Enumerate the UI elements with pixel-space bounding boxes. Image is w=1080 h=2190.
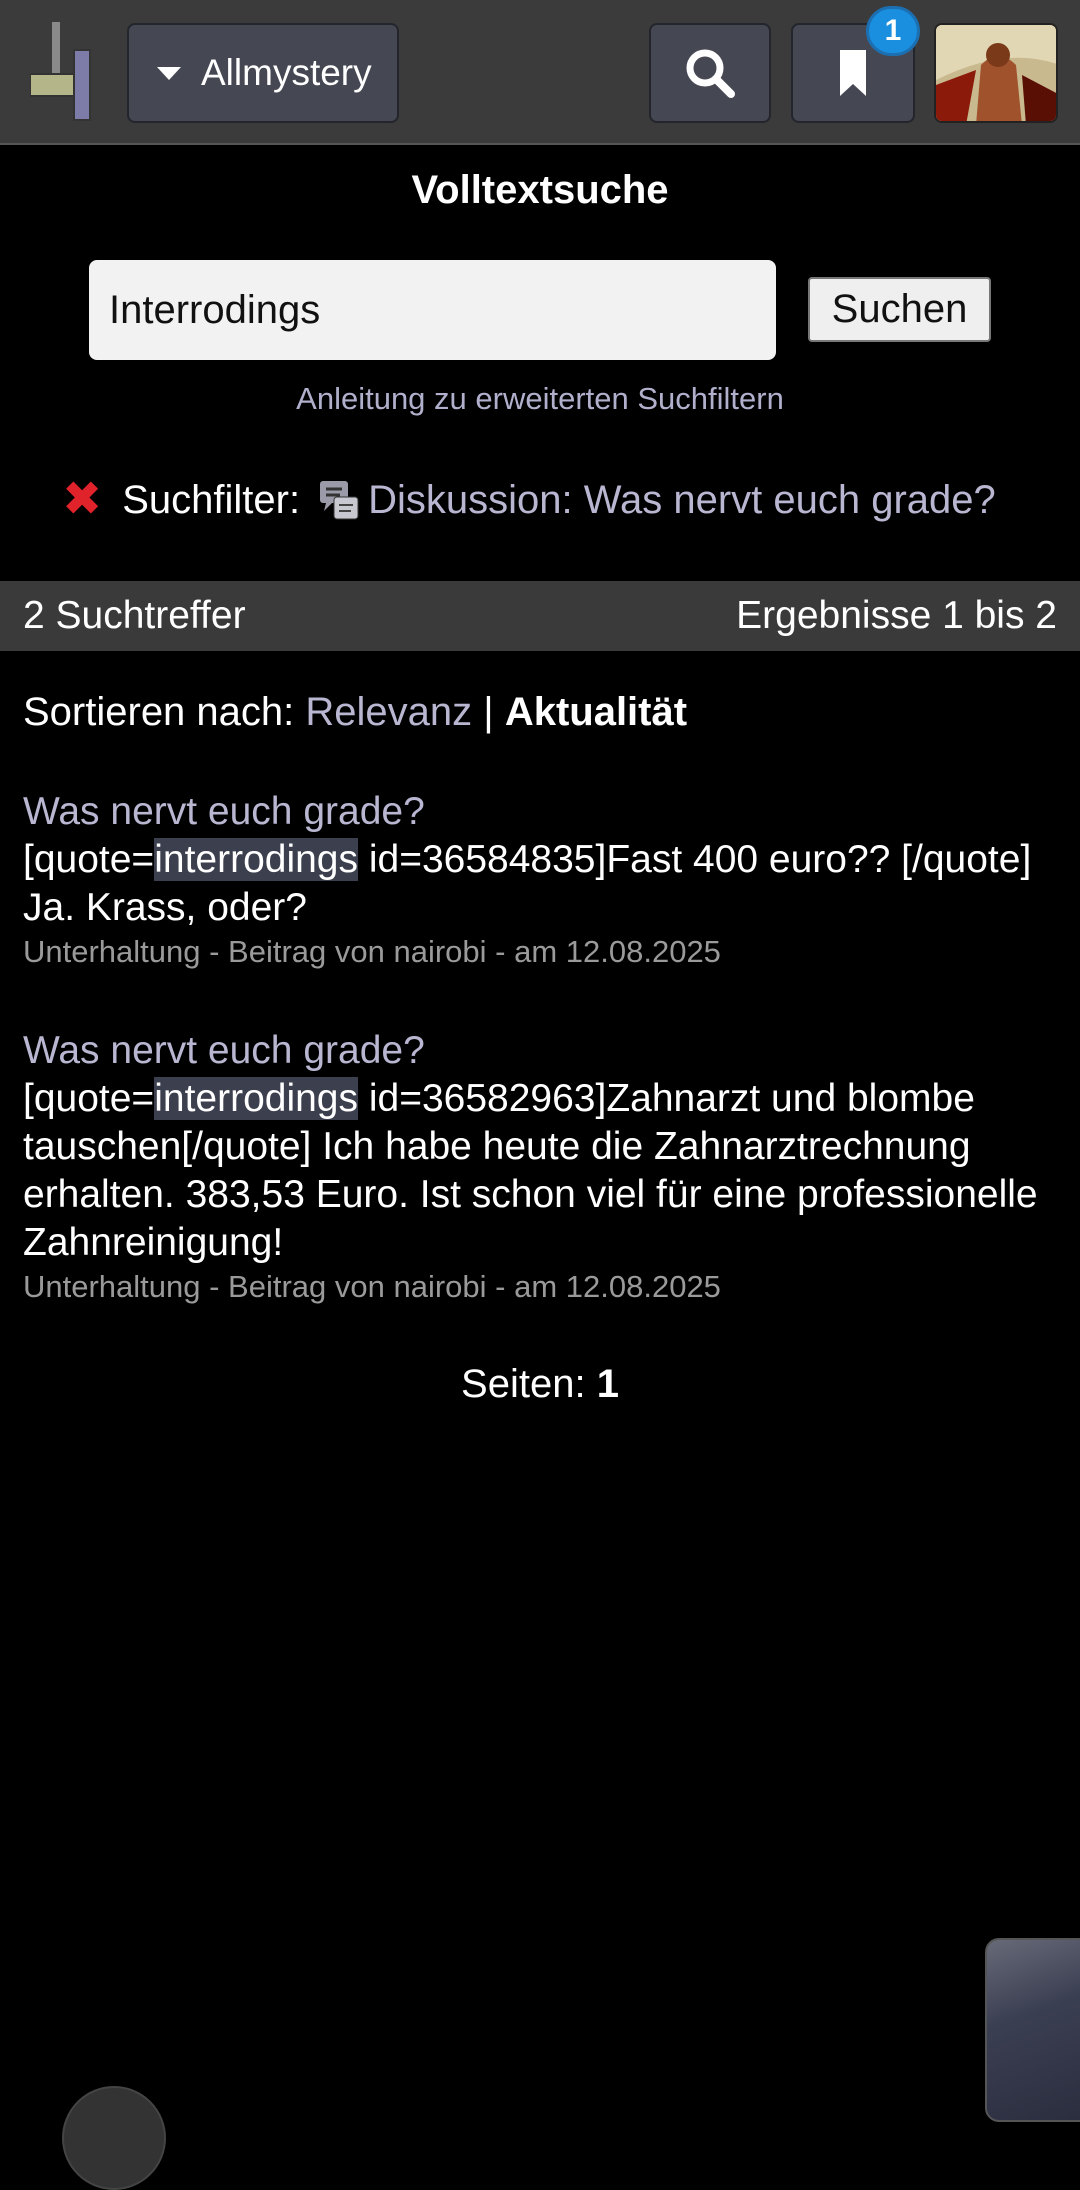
sort-label: Sortieren nach:	[23, 690, 295, 734]
result-count: 2 Suchtreffer	[23, 594, 246, 637]
result-title-link[interactable]: Was nervt euch grade?	[23, 1027, 1063, 1075]
results-summary-bar: 2 Suchtreffer Ergebnisse 1 bis 2	[0, 581, 1080, 651]
avatar-image	[936, 25, 1056, 121]
pagination-label: Seiten:	[461, 1362, 586, 1406]
top-bar: Allmystery 1	[0, 0, 1080, 145]
result-snippet: [quote=interrodings id=36584835]Fast 400…	[23, 836, 1063, 932]
search-result: Was nervt euch grade? [quote=interroding…	[23, 1027, 1063, 1307]
chevron-down-icon	[157, 66, 181, 80]
sort-relevance-link[interactable]: Relevanz	[305, 690, 472, 734]
result-meta: Unterhaltung - Beitrag von nairobi - am …	[23, 1269, 721, 1304]
filter-label: Suchfilter:	[122, 477, 301, 522]
search-filter-row: ✖ Suchfilter: Diskussion: Was nervt euch…	[62, 470, 996, 530]
snippet-highlight: interrodings	[154, 838, 358, 881]
result-title-link[interactable]: Was nervt euch grade?	[23, 788, 1063, 836]
snippet-text: [quote=	[23, 838, 155, 881]
notification-badge: 1	[866, 6, 920, 56]
result-range: Ergebnisse 1 bis 2	[736, 594, 1057, 637]
search-icon	[686, 49, 735, 98]
result-snippet: [quote=interrodings id=36582963]Zahnarzt…	[23, 1075, 1063, 1267]
search-input[interactable]	[89, 260, 776, 360]
sort-recency-active: Aktualität	[504, 690, 688, 734]
snippet-highlight: interrodings	[154, 1077, 358, 1120]
bookmark-icon	[840, 50, 866, 96]
result-meta: Unterhaltung - Beitrag von nairobi - am …	[23, 934, 721, 969]
search-submit-button[interactable]: Suchen	[808, 277, 991, 342]
search-result: Was nervt euch grade? [quote=interroding…	[23, 788, 1063, 972]
sort-separator: |	[483, 690, 494, 734]
advanced-filter-help-link[interactable]: Anleitung zu erweiterten Suchfiltern	[0, 381, 1080, 417]
user-avatar[interactable]	[934, 23, 1058, 123]
floating-action-button[interactable]	[62, 2086, 166, 2190]
search-button[interactable]	[649, 23, 771, 123]
pagination: Seiten: 1	[0, 1362, 1080, 1407]
page-title: Volltextsuche	[411, 168, 669, 212]
discussion-icon	[320, 481, 359, 520]
filter-discussion-link[interactable]: Diskussion: Was nervt euch grade?	[368, 478, 996, 523]
snippet-text: [quote=	[23, 1077, 155, 1120]
floating-video-thumbnail[interactable]	[985, 1938, 1080, 2122]
site-logo[interactable]	[30, 22, 94, 122]
sort-options: Sortieren nach: Relevanz | Aktualität	[23, 690, 687, 735]
site-menu-button[interactable]: Allmystery	[127, 23, 399, 123]
current-page: 1	[596, 1362, 619, 1406]
site-menu-label: Allmystery	[201, 52, 372, 93]
remove-filter-icon[interactable]: ✖	[62, 476, 102, 524]
